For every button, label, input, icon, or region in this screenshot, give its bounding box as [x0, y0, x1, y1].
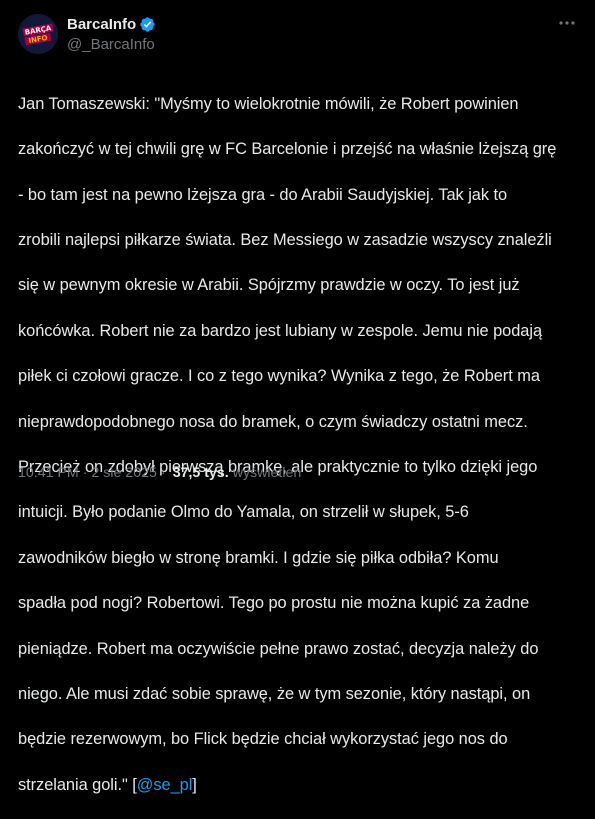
barcainfo-logo: BARÇA INFO — [18, 14, 58, 54]
views-label: wyświetleń — [232, 465, 302, 481]
more-horizontal-icon[interactable] — [556, 12, 578, 34]
tweet-text-line: będzie rezerwowym, bo Flick będzie chcia… — [18, 730, 508, 749]
tweet-text-line: intuicji. Było podanie Olmo do Yamala, o… — [18, 503, 469, 522]
bracket-close: ] — [192, 775, 197, 794]
meta-separator: · — [82, 465, 88, 481]
tweet-text-line: niego. Ale musi zdać sobie sprawę, że w … — [18, 684, 531, 703]
author-identity: BarcaInfo @_BarcaInfo — [67, 15, 156, 54]
tweet-text-line-end: strzelania goli." — [18, 775, 133, 794]
tweet-text-line: pieniądze. Robert ma oczywiście pełne pr… — [18, 639, 539, 658]
meta-separator: · — [160, 465, 166, 481]
tweet-card: BARÇA INFO BarcaInfo @_BarcaInfo Jan Tom… — [0, 0, 595, 794]
tweet-text-line: zrobili najlepsi piłkarze świata. Bez Me… — [18, 230, 552, 249]
tweet-text-line: końcówka. Robert nie za bardzo jest lubi… — [18, 321, 543, 340]
views-count: 37,5 tys. — [172, 465, 229, 481]
tweet-text-line: nieprawdopodobnego nosa do bramek, o czy… — [18, 412, 528, 431]
avatar[interactable]: BARÇA INFO — [18, 14, 58, 54]
tweet-time[interactable]: 10:41 PM — [18, 465, 79, 481]
tweet-text-last-line: strzelania goli." [@se_pl] — [18, 774, 581, 797]
tweet-text-line: zawodników biegło w stronę bramki. I gdz… — [18, 548, 499, 567]
tweet-text-line: zakończyć w tej chwili grę w FC Barcelon… — [18, 140, 557, 159]
tweet-text-line: spadła pod nogi? Robertowi. Tego po pros… — [18, 594, 530, 613]
tweet-text: Jan Tomaszewski: "Myśmy to wielokrotnie … — [18, 70, 581, 819]
tweet-text-line: - bo tam jest na pewno lżejsza gra - do … — [18, 185, 508, 204]
tweet-header: BARÇA INFO BarcaInfo @_BarcaInfo — [18, 10, 578, 58]
mention-link[interactable]: @se_pl — [137, 776, 193, 794]
author-name-row: BarcaInfo — [67, 15, 156, 34]
verified-badge-icon — [139, 16, 156, 33]
tweet-text-line: Jan Tomaszewski: "Myśmy to wielokrotnie … — [18, 94, 519, 113]
tweet-text-line: się w pewnym okresie w Arabii. Spójrzmy … — [18, 276, 520, 295]
tweet-text-line: piłek ci czołowi gracze. I co z tego wyn… — [18, 367, 540, 386]
tweet-meta: 10:41 PM · 2 sie 2025 · 37,5 tys. wyświe… — [18, 465, 301, 481]
author-handle[interactable]: @_BarcaInfo — [67, 35, 156, 54]
tweet-date[interactable]: 2 sie 2025 — [91, 465, 156, 481]
author-display-name[interactable]: BarcaInfo — [67, 15, 136, 34]
